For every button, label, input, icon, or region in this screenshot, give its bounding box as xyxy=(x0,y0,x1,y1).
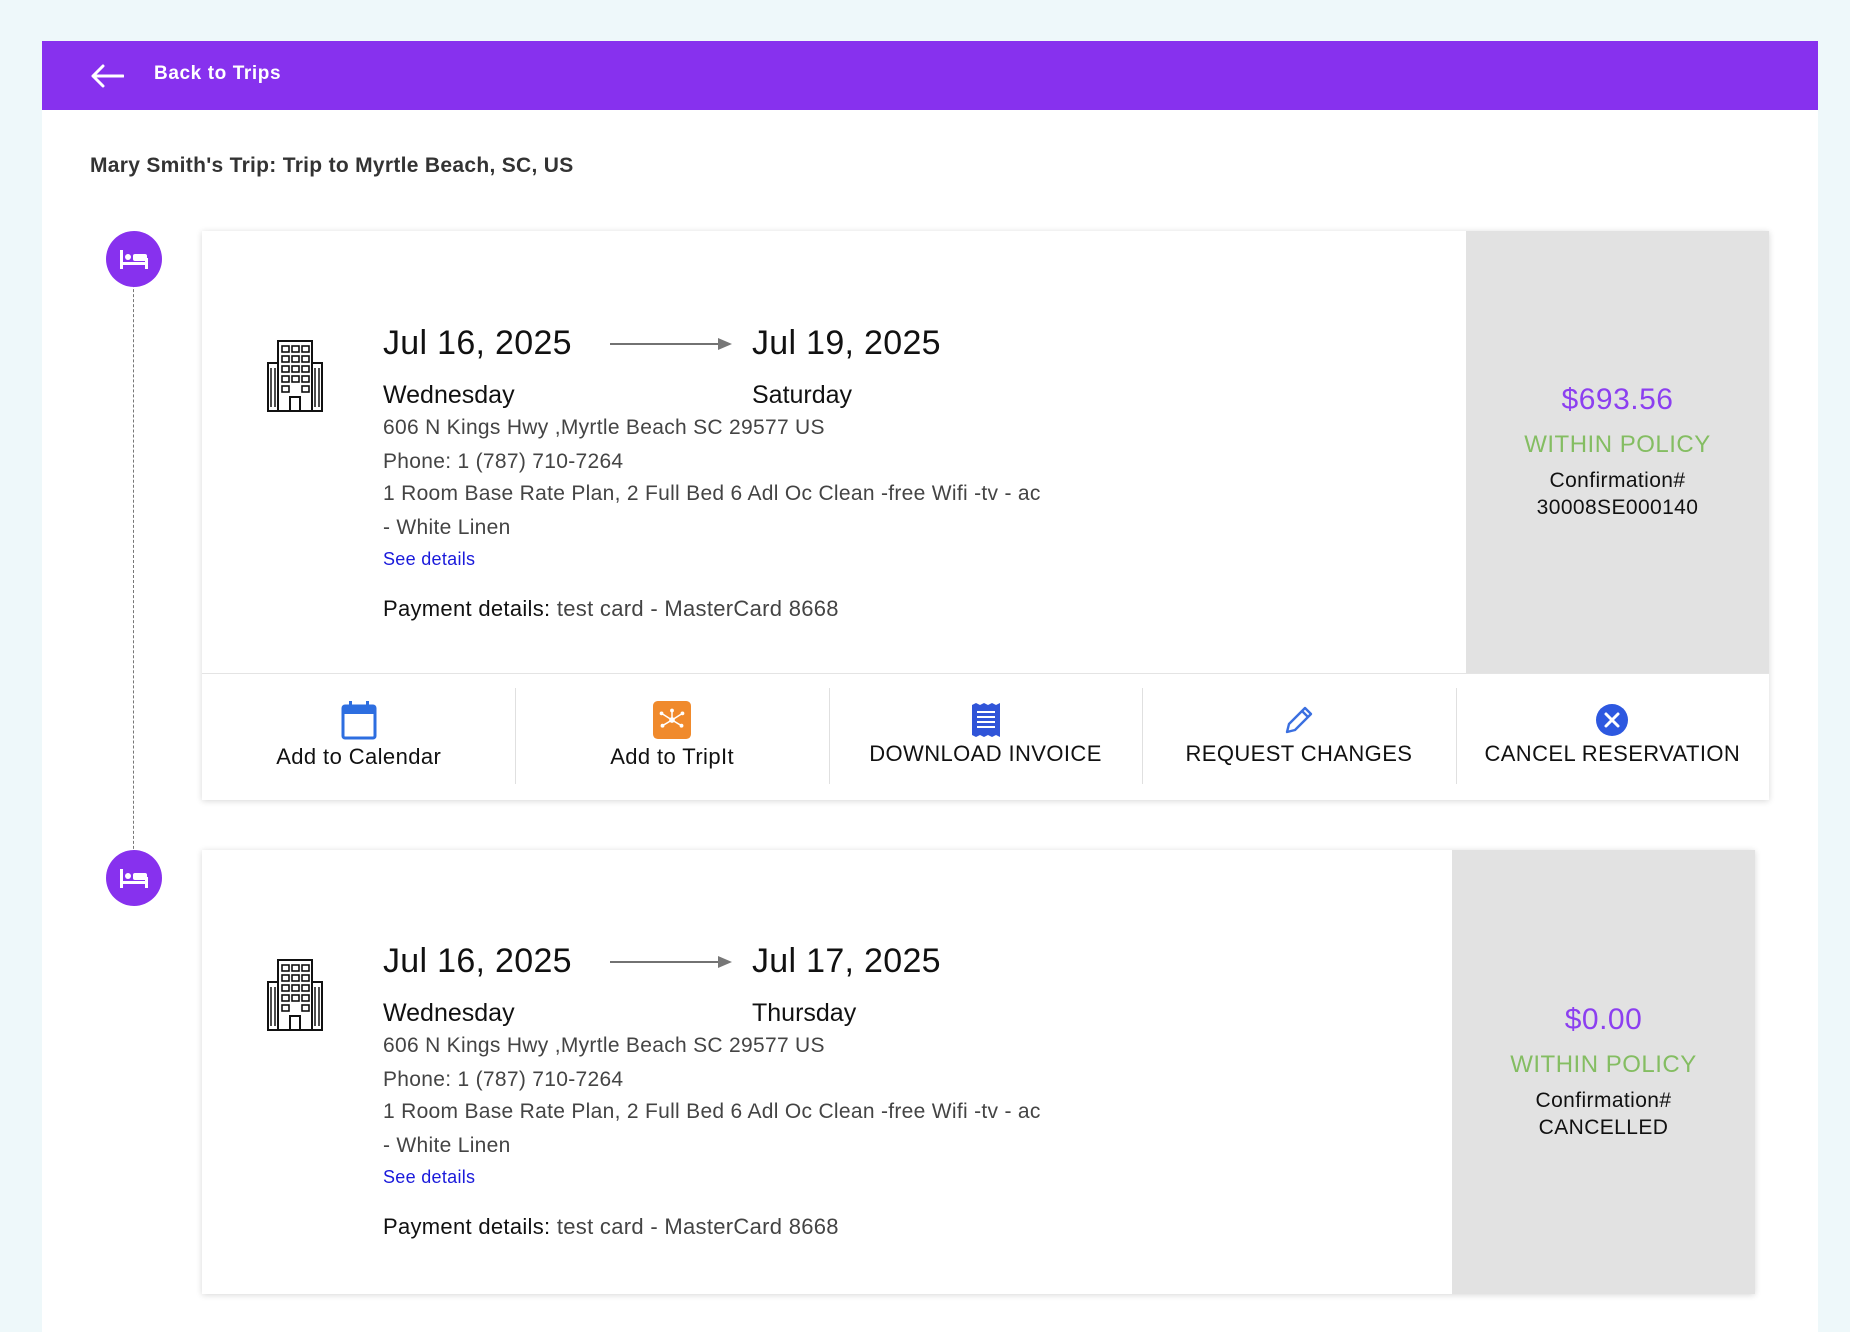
add-to-calendar-label: Add to Calendar xyxy=(276,744,442,769)
price-amount: $693.56 xyxy=(1561,383,1674,416)
check-in-date: Jul 16, 2025 xyxy=(383,942,572,980)
timeline-marker-hotel-1 xyxy=(106,231,162,287)
cancel-reservation-label: CANCEL RESERVATION xyxy=(1484,741,1741,766)
download-invoice-label: DOWNLOAD INVOICE xyxy=(869,741,1102,766)
hotel-address: 606 N Kings Hwy ,Myrtle Beach SC 29577 U… xyxy=(383,1034,825,1057)
price-panel: $693.56 WITHIN POLICY Confirmation# 3000… xyxy=(1466,231,1769,673)
page-title: Mary Smith's Trip: Trip to Myrtle Beach,… xyxy=(90,154,574,177)
payment-details: Payment details: test card - MasterCard … xyxy=(383,1214,839,1240)
room-description: 1 Room Base Rate Plan, 2 Full Bed 6 Adl … xyxy=(383,482,1041,539)
tripit-icon xyxy=(653,700,692,740)
check-in-date: Jul 16, 2025 xyxy=(383,324,572,362)
see-details-link[interactable]: See details xyxy=(383,1167,475,1188)
reservation-card: Jul 16, 2025 Jul 17, 2025 Wednesday Thur… xyxy=(202,850,1755,1294)
check-out-date: Jul 17, 2025 xyxy=(752,942,941,980)
payment-label: Payment details: xyxy=(383,596,551,621)
pencil-icon xyxy=(1280,700,1318,740)
price-amount: $0.00 xyxy=(1564,1003,1643,1036)
confirmation-value: CANCELLED xyxy=(1538,1116,1669,1139)
payment-details: Payment details: test card - MasterCard … xyxy=(383,596,839,622)
see-details-link[interactable]: See details xyxy=(383,549,475,570)
add-to-tripit-button[interactable]: Add to TripIt xyxy=(515,674,828,800)
date-arrow-icon xyxy=(610,338,732,350)
reservation-details: Jul 16, 2025 Jul 19, 2025 Wednesday Satu… xyxy=(202,231,1469,673)
check-out-day: Saturday xyxy=(752,381,853,409)
price-panel: $0.00 WITHIN POLICY Confirmation# CANCEL… xyxy=(1452,850,1755,1294)
bed-icon xyxy=(120,869,148,888)
payment-value: test card - MasterCard 8668 xyxy=(550,596,839,621)
timeline-marker-hotel-2 xyxy=(106,850,162,906)
hotel-phone: Phone: 1 (787) 710-7264 xyxy=(383,1068,624,1091)
check-out-date: Jul 19, 2025 xyxy=(752,324,941,362)
confirmation-value: 30008SE000140 xyxy=(1536,496,1699,519)
reservation-card: Jul 16, 2025 Jul 19, 2025 Wednesday Satu… xyxy=(202,231,1769,800)
main-panel: Back to Trips Mary Smith's Trip: Trip to… xyxy=(42,41,1818,1332)
request-changes-label: REQUEST CHANGES xyxy=(1185,741,1413,766)
policy-status: WITHIN POLICY xyxy=(1510,1051,1697,1078)
reservation-details: Jul 16, 2025 Jul 17, 2025 Wednesday Thur… xyxy=(202,850,1455,1294)
hotel-building-icon xyxy=(267,340,323,412)
hotel-address: 606 N Kings Hwy ,Myrtle Beach SC 29577 U… xyxy=(383,416,825,439)
room-description: 1 Room Base Rate Plan, 2 Full Bed 6 Adl … xyxy=(383,1100,1041,1157)
check-in-day: Wednesday xyxy=(383,381,515,409)
reservation-actions: Add to Calendar Add to TripIt DOWNLOAD I… xyxy=(202,673,1769,800)
arrow-left-icon[interactable] xyxy=(90,64,124,88)
add-to-tripit-label: Add to TripIt xyxy=(610,744,735,769)
bed-icon xyxy=(120,250,148,269)
check-in-day: Wednesday xyxy=(383,999,515,1027)
confirmation-label: Confirmation# xyxy=(1535,1089,1672,1112)
check-out-day: Thursday xyxy=(752,999,857,1027)
confirmation-label: Confirmation# xyxy=(1549,469,1686,492)
date-arrow-icon xyxy=(610,956,732,968)
confirmation-number: Confirmation# CANCELLED xyxy=(1536,1087,1672,1141)
timeline-connector xyxy=(133,259,134,889)
back-to-trips-link[interactable]: Back to Trips xyxy=(154,63,281,85)
invoice-icon xyxy=(967,700,1005,740)
request-changes-button[interactable]: REQUEST CHANGES xyxy=(1142,674,1455,800)
payment-value: test card - MasterCard 8668 xyxy=(550,1214,839,1239)
close-circle-icon xyxy=(1593,700,1631,740)
hotel-phone: Phone: 1 (787) 710-7264 xyxy=(383,450,624,473)
calendar-icon xyxy=(340,700,378,740)
cancel-reservation-button[interactable]: CANCEL RESERVATION xyxy=(1455,674,1769,800)
add-to-calendar-button[interactable]: Add to Calendar xyxy=(202,674,515,800)
policy-status: WITHIN POLICY xyxy=(1524,431,1711,458)
payment-label: Payment details: xyxy=(383,1214,551,1239)
download-invoice-button[interactable]: DOWNLOAD INVOICE xyxy=(828,674,1142,800)
back-to-trips-bar[interactable]: Back to Trips xyxy=(42,41,1818,110)
confirmation-number: Confirmation# 30008SE000140 xyxy=(1537,467,1699,521)
hotel-building-icon xyxy=(267,959,323,1031)
